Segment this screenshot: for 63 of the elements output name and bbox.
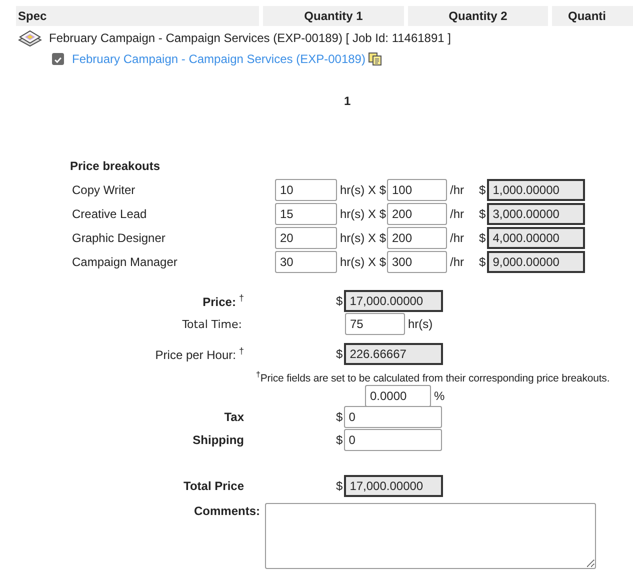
field-label: Total Price [184,478,244,492]
price-field[interactable]: 17,000.00000 [344,290,443,312]
field-label: Price per Hour: [155,348,236,362]
hours-field[interactable]: 20 [275,227,337,249]
quantity-label: 1 [344,93,352,109]
rate-field[interactable]: 200 [387,227,447,249]
field-label: Shipping [192,432,244,446]
unit-label: /hr [450,207,466,221]
unit-label: % [434,388,445,402]
amount-field[interactable]: 0 [344,428,442,450]
column-header: Quantity 1 [263,6,404,26]
field-label: Price: [202,295,236,309]
currency-label: $ [336,478,343,492]
unit-label: hr(s) [408,317,433,331]
currency-label: $ [336,347,343,361]
field-label: Total Time: [182,318,242,330]
percent-field[interactable]: 0.0000 [365,384,431,406]
amount-field[interactable]: 4,000.00000 [486,227,585,249]
currency-label: $ [336,294,343,308]
dagger-mark: † [238,293,244,303]
footnote: $^{†}$Price fields are set to be calculated from their corresponding price breakouts. [256,370,610,384]
currency-label: $ [479,207,486,221]
time-field[interactable]: 75 [345,313,405,335]
amount-field[interactable]: 0 [344,406,442,428]
hours-field[interactable]: 15 [275,203,337,225]
rate-field[interactable]: 100 [387,179,447,201]
section-title: Price breakouts [70,158,162,174]
copy-icon[interactable] [368,52,382,66]
amount-field[interactable]: 1,000.00000 [486,179,585,201]
unit-label: /hr [450,255,466,269]
price-field[interactable]: 226.66667 [344,343,443,365]
currency-label: $ [479,183,486,197]
hours-field[interactable]: 10 [275,179,337,201]
field-label: Tax [224,410,244,424]
dagger-mark: † [238,346,244,356]
currency-label: $ [336,432,343,446]
currency-label: $ [479,255,486,269]
currency-label: $ [479,231,486,245]
role-label: Copy Writer [71,183,136,197]
unit-label: hr(s) X $ [340,183,386,197]
hours-field[interactable]: 30 [275,251,337,273]
role-label: Campaign Manager [71,255,178,269]
job-title: February Campaign - Campaign Services (EXP-00189) [ Job Id: 11461891 ] [49,31,451,45]
column-header: Quanti [552,6,633,26]
role-label: Creative Lead [71,207,148,221]
field-label: Comments: [192,504,260,518]
amount-field[interactable]: 3,000.00000 [486,203,585,225]
rate-field[interactable]: 200 [387,203,447,225]
rate-field[interactable]: 300 [387,251,447,273]
role-label: Graphic Designer [71,231,166,245]
unit-label: hr(s) X $ [340,207,386,221]
column-header: Quantity 2 [408,6,548,26]
unit-label: hr(s) X $ [340,231,386,245]
amount-field[interactable]: 9,000.00000 [486,251,585,273]
unit-label: hr(s) X $ [340,255,386,269]
unit-label: /hr [450,231,466,245]
column-header: Spec [16,6,259,26]
currency-label: $ [336,410,343,424]
comments-field[interactable] [265,502,596,568]
total-field[interactable]: 17,000.00000 [344,474,443,496]
checkbox[interactable] [52,53,64,65]
unit-label: /hr [450,183,466,197]
document-stack-icon [18,29,42,47]
